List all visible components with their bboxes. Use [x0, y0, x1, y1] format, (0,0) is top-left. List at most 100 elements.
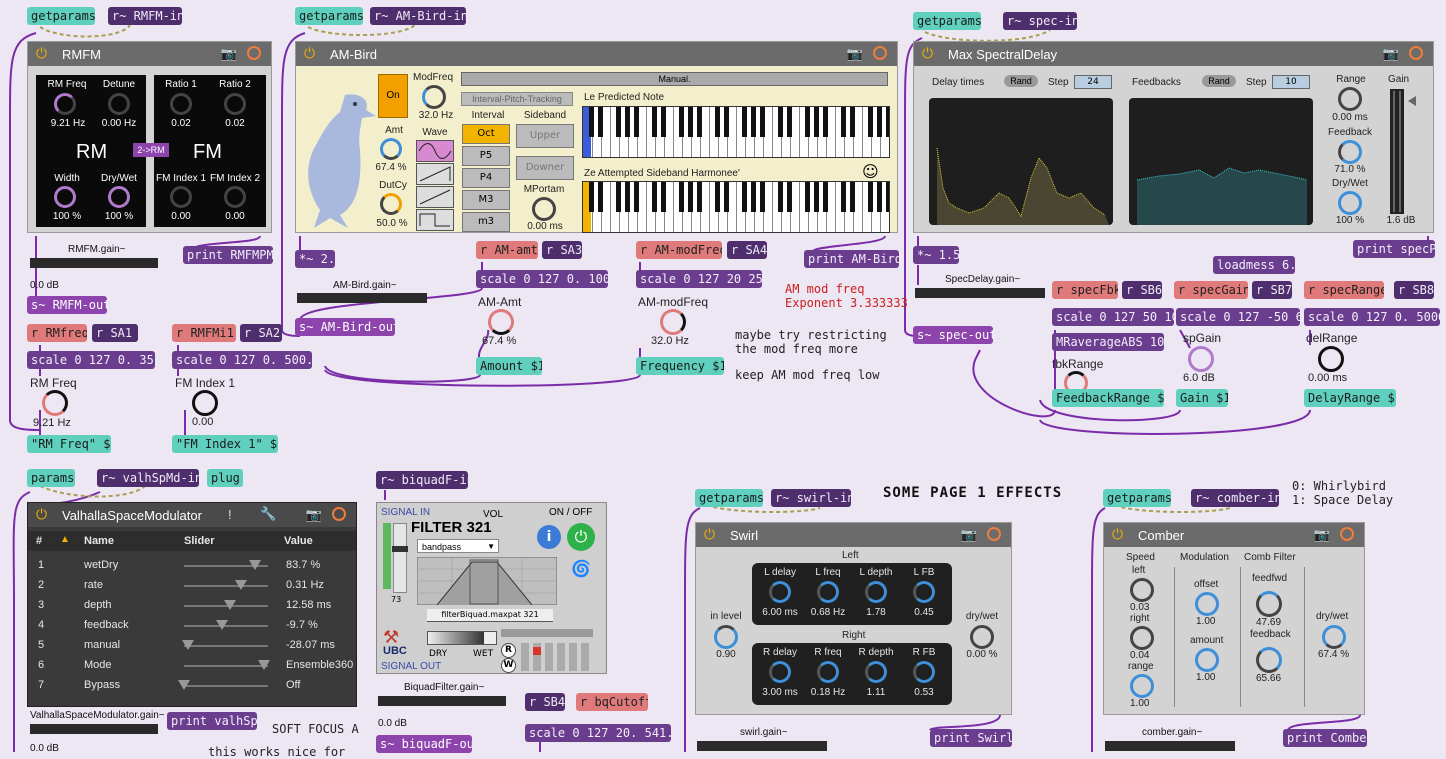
rmfm-dial1[interactable] — [42, 390, 68, 416]
comber-drywet-dial[interactable] — [1322, 625, 1346, 649]
predicted-note-keyboard[interactable] — [582, 106, 890, 158]
table-row[interactable]: 3 depth 12.58 ms — [28, 595, 356, 615]
rmfm-getparams[interactable]: getparams — [27, 7, 95, 25]
sideband-upper[interactable]: Upper — [516, 124, 574, 148]
power-icon[interactable]: ⏻ — [304, 45, 315, 62]
power-icon[interactable]: ⏻ — [922, 45, 933, 62]
sort-up-icon[interactable]: ▲ — [60, 534, 70, 545]
spectral-loadmess[interactable]: loadmess 6. — [1213, 256, 1295, 274]
attempted-harmonee-keyboard[interactable] — [582, 181, 890, 233]
ambird-getparams[interactable]: getparams — [295, 7, 363, 25]
camera-icon[interactable]: 📷 — [306, 507, 322, 523]
preset-active[interactable] — [533, 647, 541, 655]
rmfm-dial2[interactable] — [192, 390, 218, 416]
power-toggle-icon[interactable]: ⏻ — [567, 523, 595, 551]
swirl-param-dial[interactable] — [913, 661, 935, 683]
rm-fm-switch[interactable]: 2->RM — [133, 143, 169, 157]
valhalla-plug[interactable]: plug — [207, 469, 243, 487]
ambird-gain-slider[interactable] — [297, 293, 427, 303]
ambird-receive-sa4[interactable]: r SA4 — [727, 241, 767, 259]
ambird-scale-modfreq[interactable]: scale 0 127 20 250 — [636, 270, 762, 288]
biquad-send[interactable]: s~ biquadF-out — [376, 735, 472, 753]
feedbacks-display[interactable] — [1129, 98, 1313, 225]
spectral-gain-msg[interactable]: Gain $1 — [1176, 389, 1228, 407]
swirl-param-dial[interactable] — [817, 581, 839, 603]
camera-icon[interactable]: 📷 — [1314, 527, 1330, 543]
row-slider[interactable] — [182, 640, 268, 650]
spectral-receive-gain[interactable]: r specGain — [1174, 281, 1248, 299]
swirl-gain-slider[interactable] — [697, 741, 827, 751]
vol-slider[interactable] — [392, 523, 408, 593]
spectral-print[interactable]: print specP — [1353, 240, 1435, 258]
comber-receive[interactable]: r~ comber-in — [1191, 489, 1279, 507]
manual-button[interactable]: Manual. — [461, 72, 888, 86]
power-icon[interactable]: ⏻ — [36, 506, 47, 523]
swirl-param-dial[interactable] — [817, 661, 839, 683]
wave-sine[interactable] — [416, 140, 454, 162]
filter-response-display[interactable] — [417, 557, 557, 605]
dutcy-dial[interactable] — [380, 193, 402, 215]
swirl-receive[interactable]: r~ swirl-in — [771, 489, 851, 507]
spectral-delrange-dial[interactable] — [1318, 346, 1344, 372]
wave-saw[interactable] — [416, 163, 454, 185]
biquad-receive-sb4[interactable]: r SB4 — [525, 693, 565, 711]
swirl-param-dial[interactable] — [865, 661, 887, 683]
swirl-param-dial[interactable] — [769, 661, 791, 683]
biquad-receive[interactable]: r~ biquadF-in — [376, 471, 468, 489]
swirl-param-dial[interactable] — [769, 581, 791, 603]
ambird-scale-amt[interactable]: scale 0 127 0. 100. — [476, 270, 608, 288]
swirl-icon[interactable] — [987, 527, 1001, 541]
rmfm-msg-rmfreq[interactable]: "RM Freq" $1 — [27, 435, 111, 453]
rmfm-receive-rmfreq[interactable]: r RMfreq — [27, 324, 87, 342]
range-dial[interactable] — [1338, 87, 1362, 111]
wave-ramp[interactable] — [416, 186, 454, 208]
width-dial[interactable] — [54, 186, 76, 208]
spiral-icon[interactable]: 🌀 — [571, 559, 591, 578]
valhalla-receive[interactable]: r~ valhSpMd-in — [97, 469, 199, 487]
comber-feedback-dial[interactable] — [1256, 647, 1282, 673]
rmfm-receive-sa2[interactable]: r SA2 — [240, 324, 282, 342]
valhalla-print[interactable]: print valhSpM — [167, 712, 257, 730]
row-slider[interactable] — [178, 680, 268, 690]
power-icon[interactable]: ⏻ — [36, 45, 47, 62]
spectral-receive-sb7[interactable]: r SB7 — [1252, 281, 1292, 299]
ambird-mod-dial[interactable] — [660, 309, 686, 335]
ambird-receive-sa3[interactable]: r SA3 — [542, 241, 582, 259]
fm-index1-dial[interactable] — [170, 186, 192, 208]
fm-index2-dial[interactable] — [224, 186, 246, 208]
spectral-mraverage[interactable]: MRaverageABS 100 — [1052, 333, 1164, 351]
wave-square[interactable] — [416, 209, 454, 231]
swirl-param-dial[interactable] — [865, 581, 887, 603]
spectral-delayrange-msg[interactable]: DelayRange $1 — [1304, 389, 1396, 407]
right-dial[interactable] — [1130, 626, 1154, 650]
ambird-receive-modfreq[interactable]: r AM-modFreq — [636, 241, 722, 259]
slider-handle[interactable] — [215, 620, 228, 630]
spectral-multiply[interactable]: *~ 1.5 — [913, 246, 959, 264]
camera-icon[interactable]: 📷 — [221, 46, 237, 62]
spectral-scale-fbk[interactable]: scale 0 127 50 100 — [1052, 308, 1174, 326]
swirl-icon[interactable] — [332, 507, 346, 521]
spectral-feedback-dial[interactable] — [1338, 140, 1362, 164]
detune-dial[interactable] — [108, 93, 130, 115]
table-row[interactable]: 5 manual -28.07 ms — [28, 635, 356, 655]
rm-freq-dial[interactable] — [54, 93, 76, 115]
wrench-icon[interactable]: 🔧 — [260, 506, 276, 522]
sideband-downer[interactable]: Downer — [516, 156, 574, 180]
feedback-step-input[interactable]: 10 — [1272, 75, 1310, 89]
swirl-print[interactable]: print Swirl — [930, 729, 1012, 747]
ambird-amt-dial[interactable] — [488, 309, 514, 335]
swirl-icon[interactable] — [247, 46, 261, 60]
ambird-send[interactable]: s~ AM-Bird-out — [295, 318, 395, 336]
table-row[interactable]: 6 Mode Ensemble360 — [28, 655, 356, 675]
biquad-scale[interactable]: scale 0 127 20. 541. — [525, 724, 671, 742]
spectral-getparams[interactable]: getparams — [913, 12, 981, 30]
spectral-receive[interactable]: r~ spec-in — [1003, 12, 1077, 30]
row-slider[interactable] — [184, 620, 268, 630]
row-slider[interactable] — [184, 600, 268, 610]
spectral-scale-range[interactable]: scale 0 127 0. 5000. — [1304, 308, 1440, 326]
spectral-send[interactable]: s~ spec-out — [913, 326, 993, 344]
drywet-dial[interactable] — [108, 186, 130, 208]
ratio1-dial[interactable] — [170, 93, 192, 115]
delay-rand-button[interactable]: Rand — [1004, 75, 1038, 87]
comber-getparams[interactable]: getparams — [1103, 489, 1171, 507]
